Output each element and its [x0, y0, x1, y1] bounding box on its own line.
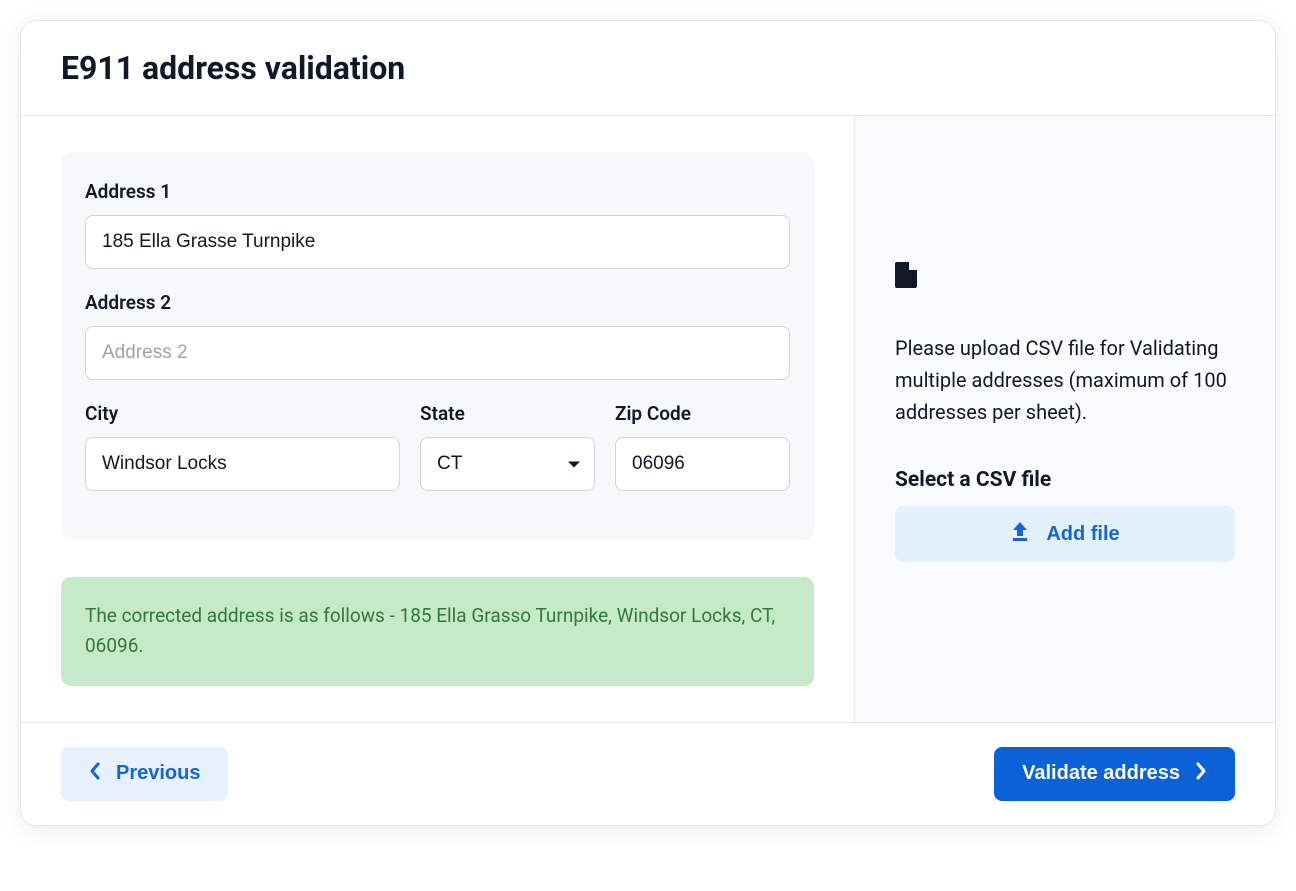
previous-label: Previous	[116, 762, 200, 785]
card: E911 address validation Address 1 Addres…	[20, 20, 1276, 826]
field-address2: Address 2	[85, 291, 790, 380]
validate-address-button[interactable]: Validate address	[994, 747, 1235, 801]
alert-message: The corrected address is as follows - 18…	[85, 604, 775, 657]
corrected-address-alert: The corrected address is as follows - 18…	[61, 577, 814, 686]
field-address1: Address 1	[85, 180, 790, 269]
chevron-left-icon	[89, 762, 100, 786]
field-zip: Zip Code	[615, 402, 790, 513]
upload-description: Please upload CSV file for Validating mu…	[895, 332, 1235, 428]
file-icon	[895, 262, 1235, 292]
upload-icon	[1010, 520, 1030, 548]
add-file-button[interactable]: Add file	[895, 506, 1235, 562]
label-zip: Zip Code	[615, 402, 790, 425]
header: E911 address validation	[21, 21, 1275, 116]
footer: Previous Validate address	[21, 722, 1275, 825]
input-address1[interactable]	[85, 215, 790, 269]
right-panel: Please upload CSV file for Validating mu…	[855, 116, 1275, 722]
content: Address 1 Address 2 City State	[21, 116, 1275, 722]
select-csv-label: Select a CSV file	[895, 468, 1235, 492]
page-title: E911 address validation	[61, 49, 1235, 87]
label-city: City	[85, 402, 400, 425]
validate-label: Validate address	[1022, 762, 1180, 785]
input-city[interactable]	[85, 437, 400, 491]
select-state[interactable]	[420, 437, 595, 491]
left-panel: Address 1 Address 2 City State	[21, 116, 855, 722]
label-address1: Address 1	[85, 180, 790, 203]
field-city: City	[85, 402, 400, 491]
label-state: State	[420, 402, 595, 425]
row-city-state-zip: City State Zip Code	[85, 402, 790, 513]
form-panel: Address 1 Address 2 City State	[61, 152, 814, 541]
field-state: State	[420, 402, 595, 491]
input-address2[interactable]	[85, 326, 790, 380]
input-zip[interactable]	[615, 437, 790, 491]
previous-button[interactable]: Previous	[61, 747, 228, 801]
add-file-label: Add file	[1046, 523, 1119, 546]
label-address2: Address 2	[85, 291, 790, 314]
select-state-wrap	[420, 437, 595, 491]
chevron-right-icon	[1196, 762, 1207, 786]
